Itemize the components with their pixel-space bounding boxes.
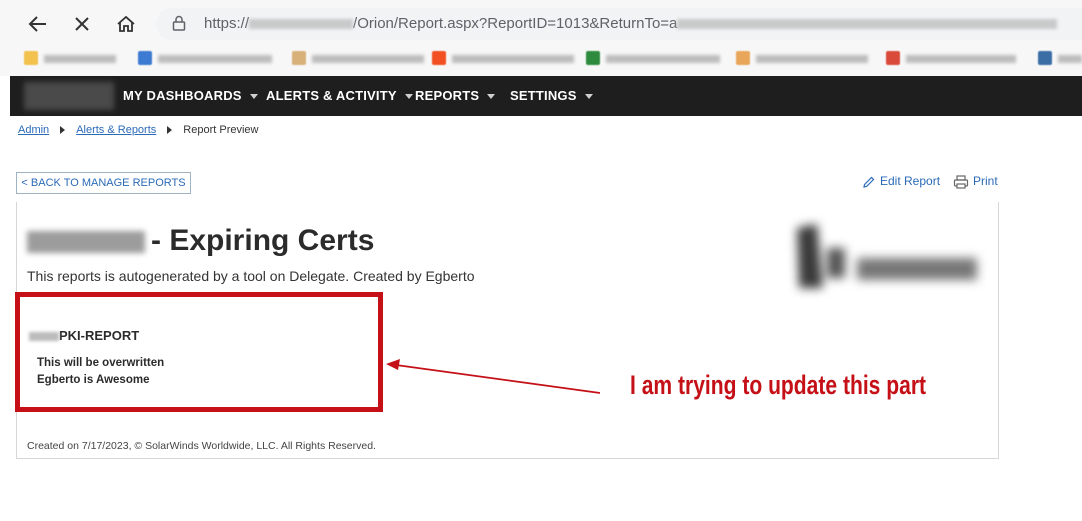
browser-toolbar: https:///Orion/Report.aspx?ReportID=1013…: [0, 0, 1082, 76]
bookmark-favicon-icon: [586, 51, 600, 65]
print-link[interactable]: Print: [953, 172, 998, 190]
bookmarks-bar: [0, 46, 1082, 72]
orion-logo[interactable]: [24, 82, 114, 110]
address-bar[interactable]: https:///Orion/Report.aspx?ReportID=1013…: [156, 8, 1082, 40]
annotation-arrow: [386, 359, 601, 394]
menu-my-dashboards[interactable]: MY DASHBOARDS: [123, 76, 258, 116]
bookmark-favicon-icon: [1038, 51, 1052, 65]
breadcrumb-separator-icon: [167, 126, 173, 135]
bookmark-favicon-icon: [432, 51, 446, 65]
caret-down-icon: [404, 94, 413, 100]
url-text: https:///Orion/Report.aspx?ReportID=1013…: [204, 15, 1058, 32]
caret-down-icon: [487, 94, 496, 100]
breadcrumb: Admin Alerts & Reports Report Preview: [18, 124, 258, 136]
stop-loading-icon[interactable]: [68, 10, 96, 38]
menu-alerts-activity[interactable]: ALERTS & ACTIVITY: [266, 76, 413, 116]
back-arrow-icon[interactable]: [24, 10, 52, 38]
printer-icon: [953, 175, 969, 189]
home-icon[interactable]: [112, 10, 140, 38]
company-logo: [787, 218, 987, 296]
menu-reports[interactable]: REPORTS: [415, 76, 496, 116]
edit-report-link[interactable]: Edit Report: [862, 172, 940, 190]
report-footer: Created on 7/17/2023, © SolarWinds World…: [27, 440, 376, 452]
bookmark-favicon-icon: [292, 51, 306, 65]
bookmark-favicon-icon: [886, 51, 900, 65]
caret-down-icon: [249, 94, 258, 100]
main-navigation: MY DASHBOARDS ALERTS & ACTIVITY REPORTS …: [10, 76, 1082, 116]
bookmark-favicon-icon: [24, 51, 38, 65]
redacted-title-prefix: [27, 231, 145, 254]
pencil-icon: [863, 176, 875, 188]
bookmark-favicon-icon: [736, 51, 750, 65]
breadcrumb-current: Report Preview: [183, 124, 259, 136]
menu-settings[interactable]: SETTINGS: [510, 76, 593, 116]
report-title: - Expiring Certs: [27, 224, 374, 258]
annotation-text: I am trying to update this part: [630, 370, 927, 400]
breadcrumb-alerts-reports[interactable]: Alerts & Reports: [76, 124, 156, 136]
breadcrumb-admin[interactable]: Admin: [18, 124, 49, 136]
caret-down-icon: [584, 94, 593, 100]
lock-icon: [172, 15, 186, 31]
back-to-manage-reports-button[interactable]: < BACK TO MANAGE REPORTS: [16, 172, 191, 194]
breadcrumb-separator-icon: [60, 126, 66, 135]
bookmark-favicon-icon: [138, 51, 152, 65]
annotation-highlight-box: [15, 292, 383, 412]
report-subtitle: This reports is autogenerated by a tool …: [27, 268, 475, 284]
